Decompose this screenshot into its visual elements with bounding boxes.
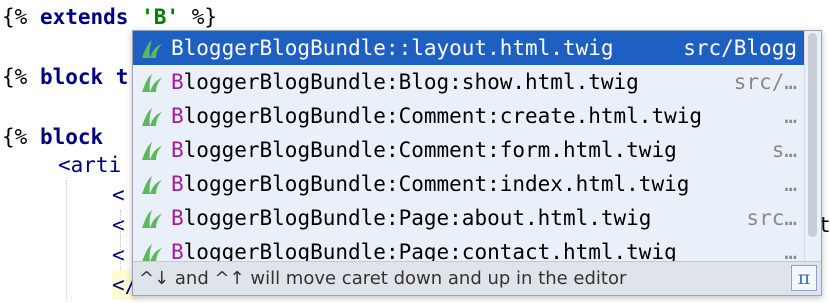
twig-keyword-extends: extends: [39, 5, 129, 29]
code-line-extends: {% extends 'B' %}: [2, 2, 217, 32]
code-line-tag-3: <: [112, 243, 125, 267]
code-fragment: t: [103, 65, 129, 89]
match-prefix: B: [171, 172, 184, 196]
pi-icon[interactable]: π: [791, 265, 817, 291]
completion-item-path: src/…: [733, 70, 797, 94]
twig-leaf-icon: [142, 176, 162, 194]
completion-item-label: BloggerBlogBundle:Page:about.html.twig: [171, 201, 651, 235]
completion-item[interactable]: BloggerBlogBundle:Comment:form.html.twig…: [133, 133, 805, 167]
twig-leaf-icon: [142, 142, 162, 160]
twig-open-delim: {%: [2, 5, 40, 29]
indent-guide: [120, 210, 121, 270]
twig-keyword-block: block: [39, 125, 104, 149]
match-prefix: B: [171, 70, 184, 94]
code-line-tag-1: <: [112, 183, 125, 207]
code-line-block-2: {% block: [2, 122, 116, 152]
completion-item[interactable]: BloggerBlogBundle:Page:about.html.twig s…: [133, 201, 805, 235]
completion-item[interactable]: BloggerBlogBundle:Comment:index.html.twi…: [133, 167, 805, 201]
indent-guide: [66, 180, 67, 300]
completion-item-label: BloggerBlogBundle::layout.html.twig: [171, 31, 614, 65]
twig-leaf-icon: [142, 210, 162, 228]
completion-item-path: src/Blogg: [683, 36, 797, 60]
match-prefix: B: [171, 138, 184, 162]
item-name: BloggerBlogBundle::layout.html.twig: [171, 36, 614, 60]
completion-item-path: src…: [746, 206, 797, 230]
twig-keyword-block: block: [39, 65, 104, 89]
twig-leaf-icon: [142, 40, 162, 58]
match-prefix: B: [171, 240, 184, 261]
item-name: loggerBlogBundle:Comment:form.html.twig: [183, 138, 677, 162]
completion-hint: ^↓ and ^↑ will move caret down and up in…: [139, 268, 627, 289]
completion-popup[interactable]: BloggerBlogBundle::layout.html.twig src/…: [132, 30, 822, 296]
completion-item-path: …: [784, 172, 797, 196]
match-prefix: B: [171, 104, 184, 128]
twig-open-delim: {%: [2, 65, 40, 89]
twig-open-delim: {%: [2, 125, 40, 149]
completion-item[interactable]: BloggerBlogBundle:Blog:show.html.twig sr…: [133, 65, 805, 99]
item-name: loggerBlogBundle:Comment:create.html.twi…: [183, 104, 703, 128]
twig-close-delim: %}: [179, 5, 217, 29]
completion-scrollbar[interactable]: [804, 31, 821, 261]
scrollbar-thumb[interactable]: [808, 33, 817, 237]
twig-leaf-icon: [142, 74, 162, 92]
completion-item-label: BloggerBlogBundle:Comment:index.html.twi…: [171, 167, 689, 201]
twig-leaf-icon: [142, 244, 162, 261]
completion-item-label: BloggerBlogBundle:Comment:form.html.twig: [171, 133, 677, 167]
completion-item[interactable]: BloggerBlogBundle:Page:contact.html.twig…: [133, 235, 805, 261]
item-name: loggerBlogBundle:Page:about.html.twig: [183, 206, 652, 230]
twig-string: 'B': [141, 5, 180, 29]
completion-item-path: …: [784, 240, 797, 261]
completion-item-label: BloggerBlogBundle:Blog:show.html.twig: [171, 65, 639, 99]
item-name: loggerBlogBundle:Page:contact.html.twig: [183, 240, 677, 261]
code-fragment: [103, 125, 116, 149]
completion-item-label: BloggerBlogBundle:Page:contact.html.twig: [171, 235, 677, 261]
code-line-block-1: {% block t: [2, 62, 128, 92]
item-name: loggerBlogBundle:Blog:show.html.twig: [183, 70, 639, 94]
completion-item-path: s…: [771, 138, 797, 162]
code-line-tag-2: <: [112, 213, 125, 237]
completion-item-path: …: [784, 104, 797, 128]
completion-list[interactable]: BloggerBlogBundle::layout.html.twig src/…: [133, 31, 821, 261]
completion-item[interactable]: BloggerBlogBundle::layout.html.twig src/…: [133, 31, 805, 65]
twig-leaf-icon: [142, 108, 162, 126]
code-line-article: <arti: [58, 153, 122, 177]
item-name: loggerBlogBundle:Comment:index.html.twig: [183, 172, 690, 196]
match-prefix: B: [171, 206, 184, 230]
completion-item[interactable]: BloggerBlogBundle:Comment:create.html.tw…: [133, 99, 805, 133]
completion-item-label: BloggerBlogBundle:Comment:create.html.tw…: [171, 99, 702, 133]
completion-footer: ^↓ and ^↑ will move caret down and up in…: [133, 261, 821, 295]
